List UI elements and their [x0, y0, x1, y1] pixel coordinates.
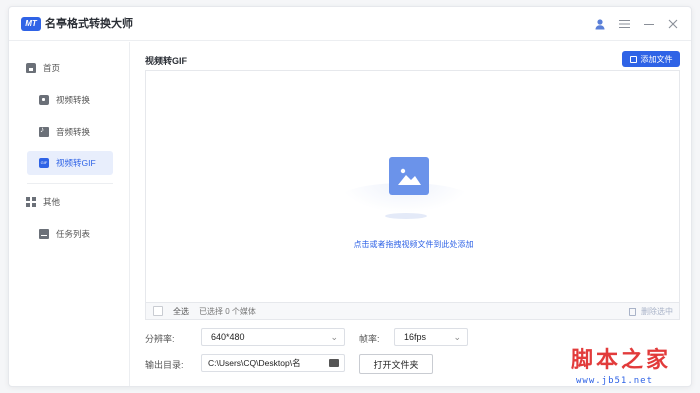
sidebar-item-label: 任务列表 [56, 229, 91, 239]
trash-icon [629, 307, 636, 316]
sidebar-item-audio-convert[interactable]: 音频转换 [27, 120, 113, 144]
selection-bar: 全选 已选择 0 个媒体 删除选中 [145, 303, 680, 320]
select-all-label[interactable]: 全选 [173, 306, 189, 317]
output-path-field[interactable]: C:\Users\CQ\Desktop\名 [201, 354, 345, 372]
task-icon [39, 229, 49, 239]
delete-selected-button[interactable]: 删除选中 [629, 306, 673, 317]
output-dir-label: 输出目录: [145, 360, 184, 370]
framerate-value: 16fps [404, 332, 427, 342]
resolution-select[interactable]: 640*480 ⌄ [201, 328, 345, 346]
add-file-icon [629, 55, 637, 63]
page-title: 视频转GIF [145, 56, 187, 66]
watermark-main: 脚本之家 [571, 347, 672, 373]
sidebar-item-label: 音频转换 [56, 127, 91, 137]
gif-icon [39, 158, 49, 168]
chevron-down-icon: ⌄ [453, 332, 461, 342]
sidebar-item-label: 视频转换 [56, 95, 91, 105]
app-logo: MT [21, 17, 41, 31]
add-file-button[interactable]: 添加文件 [622, 51, 680, 67]
open-folder-button[interactable]: 打开文件夹 [359, 354, 433, 374]
sidebar-item-task-list[interactable]: 任务列表 [27, 222, 113, 246]
sidebar-item-video-to-gif[interactable]: 视频转GIF [27, 151, 113, 175]
audio-icon [39, 125, 49, 137]
add-file-label: 添加文件 [640, 54, 673, 64]
chevron-down-icon: ⌄ [330, 332, 338, 342]
sidebar-item-other[interactable]: 其他 [23, 190, 117, 214]
delete-selected-label: 删除选中 [641, 307, 673, 316]
resolution-label: 分辨率: [145, 334, 175, 344]
grid-icon [26, 197, 36, 207]
select-all-checkbox[interactable] [153, 306, 163, 316]
folder-icon[interactable] [329, 359, 339, 367]
file-drop-zone[interactable]: 点击或者拖拽视频文件到此处添加 [145, 70, 680, 303]
title-bar: MT 名亭格式转换大师 [9, 7, 691, 41]
placeholder-shadow [385, 213, 427, 219]
watermark-url: www.jb51.net [576, 376, 654, 386]
watermark: 脚本之家 www.jb51.net [571, 342, 697, 390]
sidebar-item-label: 视频转GIF [56, 158, 96, 168]
image-placeholder-icon [389, 157, 429, 195]
close-icon[interactable] [666, 17, 680, 31]
framerate-select[interactable]: 16fps ⌄ [394, 328, 468, 346]
framerate-label: 帧率: [359, 334, 380, 344]
sidebar-item-home[interactable]: 首页 [23, 56, 117, 80]
user-icon[interactable] [593, 17, 607, 31]
minimize-icon[interactable] [642, 17, 656, 31]
drop-hint-text[interactable]: 点击或者拖拽视频文件到此处添加 [146, 239, 681, 250]
resolution-value: 640*480 [211, 332, 245, 342]
video-icon [39, 95, 49, 105]
sidebar: 首页 视频转换 音频转换 视频转GIF 其他 任务列表 [9, 42, 130, 386]
selected-count: 已选择 0 个媒体 [199, 306, 256, 316]
sidebar-item-video-convert[interactable]: 视频转换 [27, 88, 113, 112]
menu-icon[interactable] [617, 17, 631, 31]
app-title: 名亭格式转换大师 [45, 18, 133, 30]
output-path-value: C:\Users\CQ\Desktop\名 [208, 358, 301, 368]
app-window: MT 名亭格式转换大师 首页 视频转换 音频转换 视频转GIF [8, 6, 692, 387]
sidebar-divider [27, 183, 113, 184]
drop-placeholder [340, 153, 470, 223]
sidebar-item-label: 首页 [43, 63, 61, 73]
sidebar-item-label: 其他 [43, 197, 61, 207]
home-icon [26, 63, 36, 73]
